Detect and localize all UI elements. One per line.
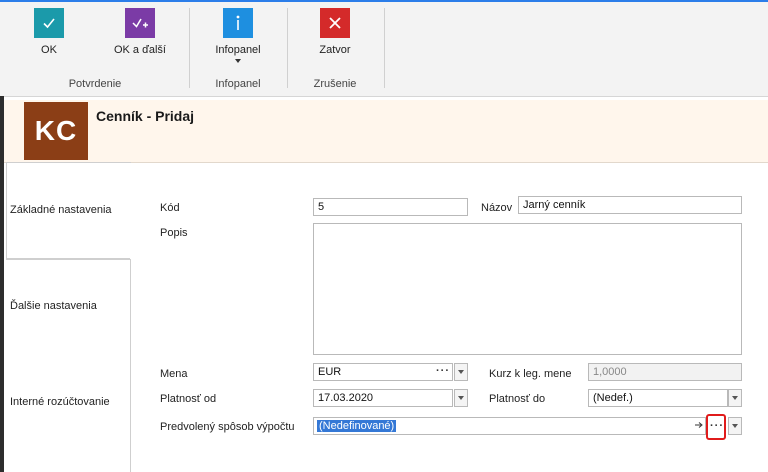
form-header: KC Cenník - Pridaj [4, 100, 768, 163]
ribbon-toolbar: OK OK a ďalší Infopanel Zatvor Potvrdeni… [0, 0, 768, 97]
group-label-zrusenie: Zrušenie [313, 78, 357, 90]
ok-button-label: OK [41, 44, 57, 56]
check-plus-icon [125, 8, 155, 38]
close-button-label: Zatvor [319, 44, 351, 56]
tab-divider [6, 258, 130, 259]
tab-interne-rozuctovanie[interactable]: Interné rozúčtovanie [10, 396, 130, 408]
close-button[interactable]: Zatvor [312, 8, 358, 56]
ok-and-next-button[interactable]: OK a ďalší [108, 8, 172, 56]
module-logo: KC [24, 102, 88, 160]
platnost-od-dropdown-button[interactable] [454, 389, 468, 407]
chevron-down-icon [732, 396, 738, 400]
kurz-input[interactable]: 1,0000 [588, 363, 742, 381]
page-title: Cenník - Pridaj [96, 108, 195, 124]
infopanel-button-label: Infopanel [215, 44, 261, 56]
chevron-down-icon [732, 424, 738, 428]
check-icon [34, 8, 64, 38]
sposob-vypoctu-input[interactable]: (Nedefinované) [313, 417, 706, 435]
sposob-vypoctu-label: Predvolený spôsob výpočtu [160, 421, 295, 433]
mena-label: Mena [160, 368, 188, 380]
chevron-down-icon [235, 59, 241, 63]
kurz-label: Kurz k leg. mene [489, 368, 572, 380]
platnost-od-label: Platnosť od [160, 393, 217, 405]
platnost-do-label: Platnosť do [489, 393, 546, 405]
ribbon-separator [384, 8, 385, 88]
close-icon [320, 8, 350, 38]
platnost-do-input[interactable]: (Nedef.) [588, 389, 728, 407]
platnost-od-input[interactable]: 17.03.2020 [313, 389, 453, 407]
infopanel-button[interactable]: Infopanel [210, 8, 266, 63]
tab-dalsie-nastavenia[interactable]: Ďalšie nastavenia [10, 300, 130, 312]
nazov-input[interactable]: Jarný cenník [518, 196, 742, 214]
platnost-do-dropdown-button[interactable] [728, 389, 742, 407]
more-icon[interactable]: ··· [710, 420, 724, 432]
sposob-vypoctu-value: (Nedefinované) [317, 420, 397, 432]
more-icon[interactable]: ··· [436, 365, 450, 377]
kod-input[interactable]: 5 [313, 198, 468, 216]
mena-input[interactable]: EUR [313, 363, 453, 381]
ribbon-separator [287, 8, 288, 88]
group-label-potvrdenie: Potvrdenie [68, 78, 122, 90]
mena-dropdown-button[interactable] [454, 363, 468, 381]
popis-label: Popis [160, 227, 188, 239]
ok-and-next-button-label: OK a ďalší [113, 44, 166, 56]
info-icon [223, 8, 253, 38]
sposob-vypoctu-dropdown-button[interactable] [728, 417, 742, 435]
nazov-label: Názov [481, 202, 513, 214]
side-tabs: Základné nastavenia Ďalšie nastavenia In… [4, 162, 131, 472]
ribbon-accent-line [0, 0, 768, 2]
chevron-down-icon [458, 396, 464, 400]
tab-zakladne-nastavenia[interactable]: Základné nastavenia [10, 204, 130, 216]
ok-button[interactable]: OK [24, 8, 74, 56]
popis-textarea[interactable] [313, 223, 742, 355]
kod-label: Kód [160, 202, 180, 214]
group-label-infopanel: Infopanel [215, 78, 261, 90]
chevron-down-icon [458, 370, 464, 374]
open-link-icon[interactable] [694, 420, 706, 432]
ribbon-separator [189, 8, 190, 88]
